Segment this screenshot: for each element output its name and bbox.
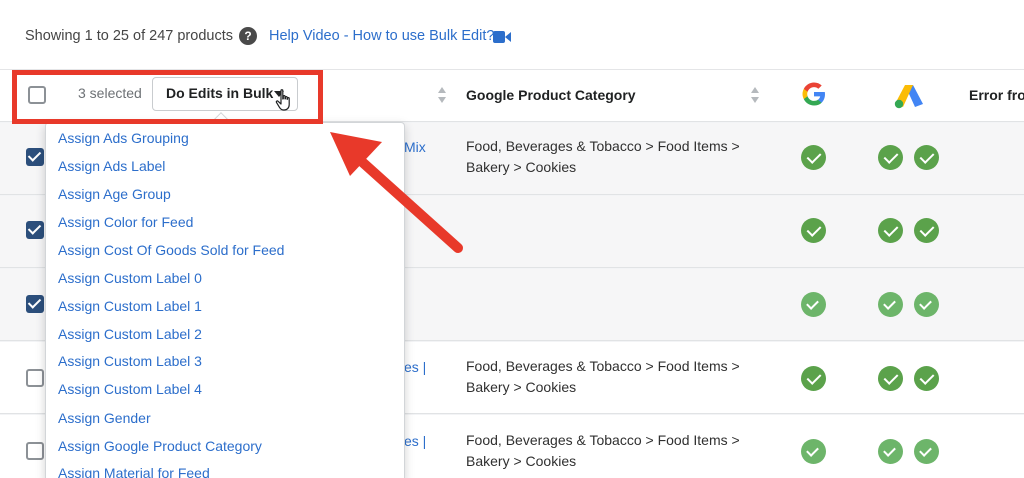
double-check-icon [914,292,939,317]
gpc-line: Food, Beverages & Tobacco > Food Items > [466,358,740,374]
products-toolbar: Showing 1 to 25 of 247 products ? Help V… [0,0,1024,70]
showing-count: Showing 1 to 25 of 247 products [25,28,233,44]
row-checkbox[interactable] [26,369,44,387]
google-product-category-cell: Food, Beverages & Tobacco > Food Items >… [466,356,740,398]
gpc-line: Bakery > Cookies [466,379,577,395]
menu-item-google-product-category[interactable]: Assign Google Product Category [58,438,262,454]
column-google-product-category[interactable]: Google Product Category [466,87,636,103]
menu-item-material[interactable]: Assign Material for Feed [58,465,210,478]
check-circle-icon [801,366,826,391]
check-circle-icon [878,366,903,391]
google-product-category-cell: Food, Beverages & Tobacco > Food Items >… [466,136,740,178]
gpc-line: Bakery > Cookies [466,159,577,175]
double-check-icon [914,439,939,464]
row-checkbox[interactable] [26,221,44,239]
check-circle-icon [914,218,939,243]
menu-item-gender[interactable]: Assign Gender [58,410,151,426]
menu-item-custom-label-4[interactable]: Assign Custom Label 4 [58,381,202,397]
menu-item-cost-of-goods[interactable]: Assign Cost Of Goods Sold for Feed [58,242,284,258]
menu-item-color[interactable]: Assign Color for Feed [58,214,193,230]
menu-item-age-group[interactable]: Assign Age Group [58,186,171,202]
menu-item-custom-label-2[interactable]: Assign Custom Label 2 [58,326,202,342]
check-circle-icon [878,218,903,243]
gpc-line: Bakery > Cookies [466,453,577,469]
menu-item-custom-label-3[interactable]: Assign Custom Label 3 [58,353,202,369]
gpc-line: Food, Beverages & Tobacco > Food Items > [466,138,740,154]
google-logo-icon [802,82,825,106]
double-check-icon [801,292,826,317]
row-checkbox[interactable] [26,148,44,166]
product-title-fragment[interactable]: es | [404,359,426,375]
row-checkbox[interactable] [26,442,44,460]
check-circle-icon [801,145,826,170]
help-question-icon[interactable]: ? [239,27,257,45]
menu-item-ads-grouping[interactable]: Assign Ads Grouping [58,130,189,146]
double-check-icon [801,439,826,464]
product-title-fragment[interactable]: es | [404,433,426,449]
check-circle-icon [878,145,903,170]
check-circle-icon [914,145,939,170]
sort-icon[interactable] [437,85,447,105]
red-arrow-icon [330,132,463,253]
google-product-category-cell: Food, Beverages & Tobacco > Food Items >… [466,430,740,472]
check-circle-icon [914,366,939,391]
help-video-link[interactable]: Help Video - How to use Bulk Edit? [269,28,494,44]
highlight-box [12,70,323,124]
google-ads-logo-icon [894,85,923,109]
check-circle-icon [801,218,826,243]
double-check-icon [878,439,903,464]
double-check-icon [878,292,903,317]
menu-item-custom-label-0[interactable]: Assign Custom Label 0 [58,270,202,286]
row-checkbox[interactable] [26,295,44,313]
menu-item-ads-label[interactable]: Assign Ads Label [58,158,165,174]
gpc-line: Food, Beverages & Tobacco > Food Items > [466,432,740,448]
video-camera-icon[interactable] [493,31,511,43]
menu-item-custom-label-1[interactable]: Assign Custom Label 1 [58,298,202,314]
sort-icon[interactable] [750,85,760,105]
column-error[interactable]: Error from [969,87,1024,103]
